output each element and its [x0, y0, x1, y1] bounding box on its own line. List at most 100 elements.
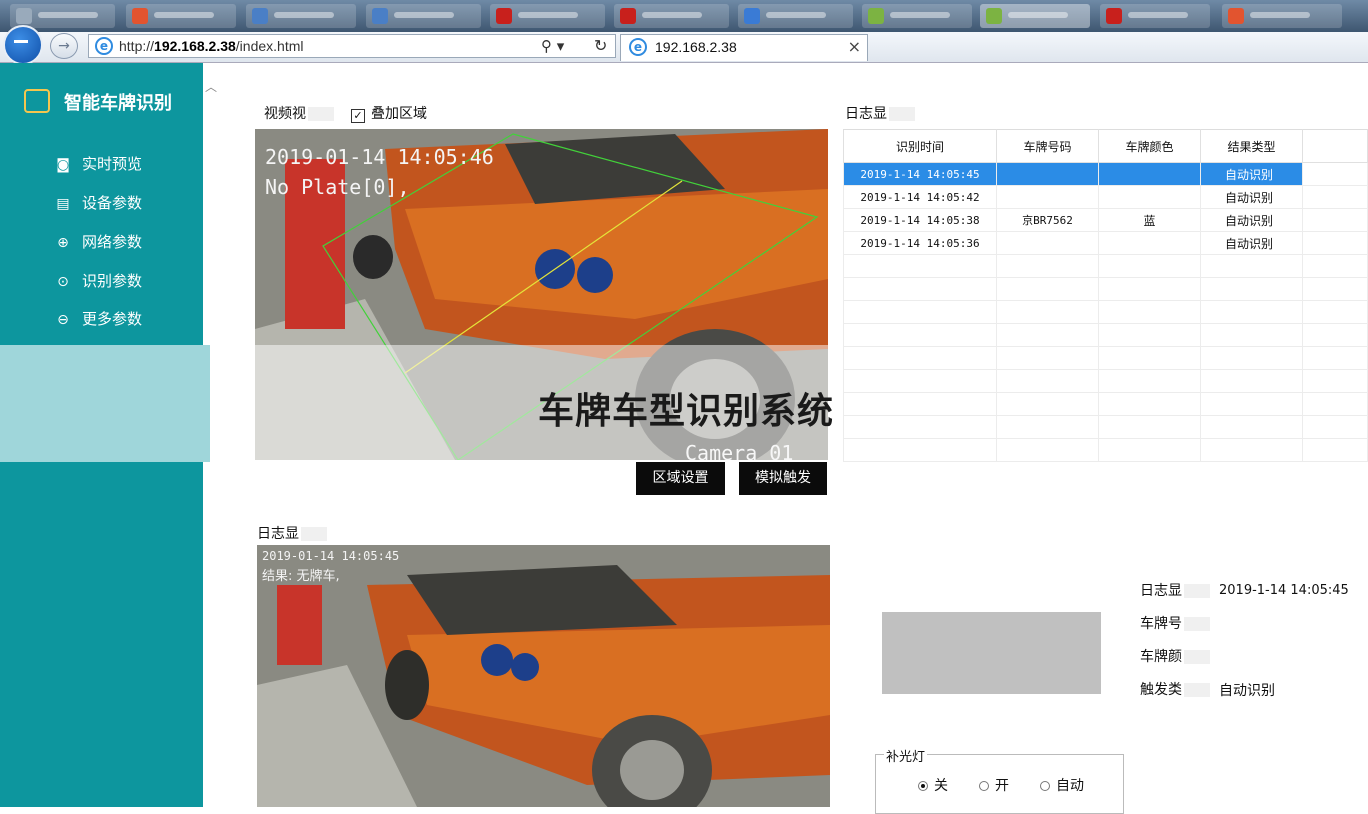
- table-row[interactable]: 2019-1-14 14:05:36 自动识别: [843, 231, 1368, 255]
- background-tab[interactable]: [862, 4, 972, 28]
- table-cell: 自动识别: [1200, 231, 1303, 255]
- active-tab-title: 192.168.2.38: [655, 39, 737, 55]
- background-tab[interactable]: [738, 4, 853, 28]
- table-cell: [1302, 231, 1368, 255]
- detail-trigger-value: 自动识别: [1219, 683, 1275, 699]
- monitor-icon: ◙: [56, 157, 70, 173]
- scroll-up-arrow-icon[interactable]: ︿: [205, 78, 217, 95]
- search-icon[interactable]: ⚲ ▾: [541, 37, 564, 55]
- checkbox-check-icon[interactable]: ✓: [351, 109, 365, 123]
- sidebar-item-recognition-params[interactable]: ⊙ 识别参数: [54, 270, 142, 290]
- radio-icon[interactable]: [1040, 781, 1050, 791]
- back-button[interactable]: [3, 25, 43, 65]
- detail-trigger-label: 触发类: [1140, 679, 1210, 699]
- sidebar-item-more-params[interactable]: ⊖ 更多参数: [54, 308, 142, 328]
- overlay-region-checkbox[interactable]: ✓ 叠加区域: [351, 103, 427, 123]
- snapshot-label: 日志显: [257, 523, 327, 543]
- table-cell: [1302, 208, 1368, 232]
- table-cell: [996, 185, 1099, 209]
- sidebar-item-label: 设备参数: [82, 194, 143, 212]
- refresh-icon[interactable]: ↻: [594, 36, 607, 55]
- background-tab[interactable]: [126, 4, 236, 28]
- snapshot-timestamp: 2019-01-14 14:05:45: [262, 549, 400, 563]
- fill-light-group: 补光灯 关 开 自动: [875, 746, 1124, 814]
- background-tab[interactable]: [490, 4, 605, 28]
- table-cell: [1302, 185, 1368, 209]
- table-row-empty: [843, 438, 1368, 462]
- detail-time-value: 2019-1-14 14:05:45: [1219, 583, 1349, 598]
- table-row-empty: [843, 415, 1368, 439]
- background-tab[interactable]: [1222, 4, 1342, 28]
- table-row[interactable]: 2019-1-14 14:05:45 自动识别: [843, 162, 1368, 186]
- sidebar-item-label: 识别参数: [82, 272, 143, 290]
- column-header[interactable]: 车牌颜色: [1098, 129, 1201, 163]
- table-cell: 自动识别: [1200, 185, 1303, 209]
- url-text: http://192.168.2.38/index.html: [119, 38, 304, 54]
- radio-icon[interactable]: [979, 781, 989, 791]
- fill-light-off-radio[interactable]: 关: [918, 775, 948, 795]
- snapshot-scene: [257, 545, 830, 807]
- active-tab[interactable]: e 192.168.2.38 ×: [620, 34, 868, 61]
- column-header[interactable]: 车牌号码: [996, 129, 1099, 163]
- table-cell: 2019-1-14 14:05:45: [843, 162, 997, 186]
- table-row-empty: [843, 323, 1368, 347]
- fill-light-legend: 补光灯: [884, 746, 928, 765]
- table-row-empty: [843, 277, 1368, 301]
- table-header-row: 识别时间 车牌号码 车牌颜色 结果类型: [843, 129, 1368, 163]
- detail-time-label: 日志显: [1140, 580, 1210, 600]
- table-cell: 自动识别: [1200, 208, 1303, 232]
- table-cell: 蓝: [1098, 208, 1201, 232]
- ie-tab-icon: e: [629, 38, 647, 56]
- sidebar-item-network-params[interactable]: ⊕ 网络参数: [54, 231, 142, 251]
- background-tab[interactable]: [246, 4, 356, 28]
- table-cell: 2019-1-14 14:05:36: [843, 231, 997, 255]
- table-cell: [996, 162, 1099, 186]
- ie-logo-icon: e: [95, 37, 113, 55]
- table-row-empty: [843, 300, 1368, 324]
- sidebar-overlay-band: [0, 345, 210, 462]
- background-tab[interactable]: [614, 4, 729, 28]
- forward-button[interactable]: →: [50, 33, 78, 59]
- column-header[interactable]: 结果类型: [1200, 129, 1303, 163]
- table-cell: 自动识别: [1200, 162, 1303, 186]
- fill-light-on-radio[interactable]: 开: [979, 775, 1009, 795]
- radio-selected-icon[interactable]: [918, 781, 928, 791]
- sidebar-item-live-preview[interactable]: ◙ 实时预览: [54, 153, 142, 173]
- video-timestamp: 2019-01-14 14:05:46: [265, 145, 494, 169]
- logo-text: 智能车牌识别: [64, 93, 172, 114]
- background-tab[interactable]: [366, 4, 481, 28]
- tab-close-icon[interactable]: ×: [848, 37, 861, 56]
- background-tab[interactable]: [980, 4, 1090, 28]
- radio-label: 开: [995, 778, 1009, 794]
- table-cell: [1098, 162, 1201, 186]
- table-cell: [1098, 185, 1201, 209]
- background-tab[interactable]: [1100, 4, 1210, 28]
- more-icon: ⊖: [57, 312, 69, 328]
- region-setting-button[interactable]: 区域设置: [636, 462, 725, 495]
- sidebar-item-label: 实时预览: [82, 155, 143, 173]
- table-row-empty: [843, 392, 1368, 416]
- table-cell: 京BR7562: [996, 208, 1099, 232]
- table-cell: 2019-1-14 14:05:38: [843, 208, 997, 232]
- globe-icon: ⊕: [57, 235, 69, 251]
- log-table: 识别时间 车牌号码 车牌颜色 结果类型 2019-1-14 14:05:45 自…: [843, 129, 1368, 462]
- video-label: 视频视: [264, 103, 334, 123]
- banner-title: 车牌车型识别系统: [538, 391, 835, 432]
- overlay-region-label: 叠加区域: [371, 106, 427, 122]
- video-plate-result: No Plate[0],: [265, 175, 410, 199]
- sidebar-item-device-params[interactable]: ▤ 设备参数: [54, 192, 142, 212]
- snapshot-result: 结果: 无牌车,: [262, 569, 340, 584]
- table-row-empty: [843, 346, 1368, 370]
- column-header: [1302, 129, 1368, 163]
- table-cell: [996, 231, 1099, 255]
- column-header[interactable]: 识别时间: [843, 129, 997, 163]
- detail-color-label: 车牌颜: [1140, 646, 1210, 666]
- table-cell: 2019-1-14 14:05:42: [843, 185, 997, 209]
- address-bar[interactable]: e http://192.168.2.38/index.html ⚲ ▾ ↻: [88, 34, 616, 58]
- fill-light-auto-radio[interactable]: 自动: [1040, 775, 1084, 795]
- log-label: 日志显: [845, 103, 915, 123]
- simulate-trigger-button[interactable]: 模拟触发: [739, 462, 827, 495]
- table-row[interactable]: 2019-1-14 14:05:42 自动识别: [843, 185, 1368, 209]
- car-logo-icon: [24, 89, 50, 113]
- table-row[interactable]: 2019-1-14 14:05:38 京BR7562 蓝 自动识别: [843, 208, 1368, 232]
